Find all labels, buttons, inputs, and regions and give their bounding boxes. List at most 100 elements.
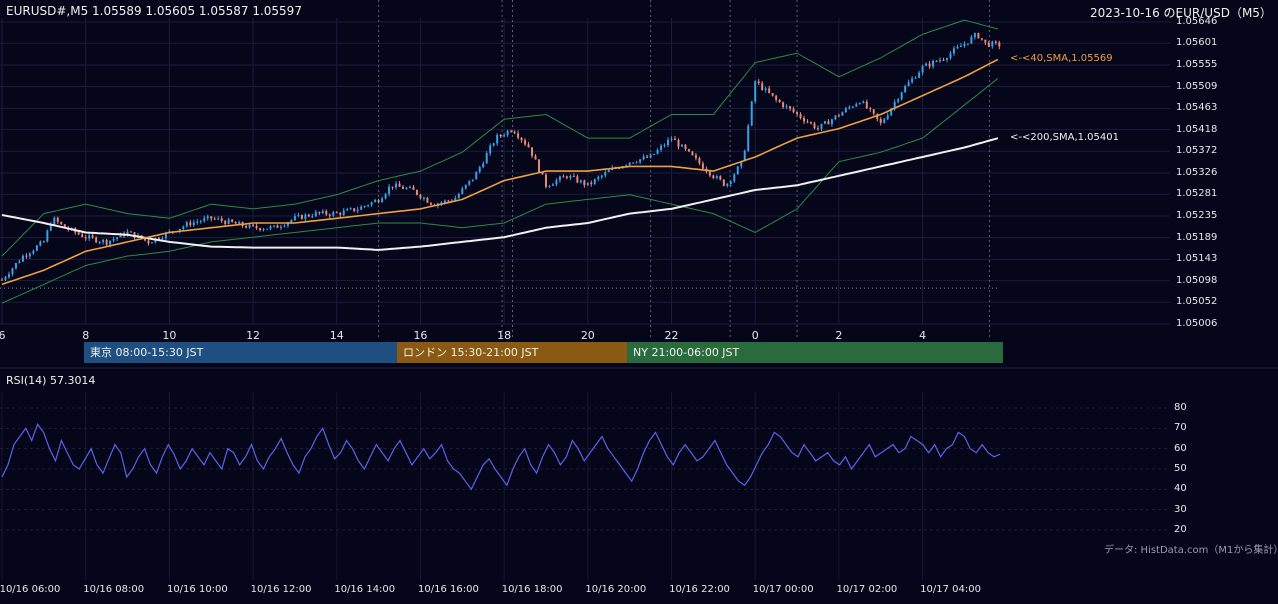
candle-body	[593, 179, 596, 184]
candle-body	[39, 241, 42, 246]
candle-body	[143, 238, 146, 241]
candle-body	[95, 237, 98, 243]
candle-body	[262, 229, 265, 231]
candle-body	[370, 202, 373, 206]
hour-tick-label: 6	[0, 329, 6, 342]
session-ny: NY 21:00-06:00 JST	[627, 342, 1003, 363]
candle-body	[569, 175, 572, 178]
candle-body	[872, 109, 875, 114]
candle-body	[7, 274, 10, 278]
candle-body	[597, 177, 600, 180]
candle-body	[991, 41, 994, 47]
candle-body	[485, 153, 488, 164]
price-tick-label: 1.05646	[1176, 16, 1218, 27]
candle-body	[726, 183, 729, 186]
candle-body	[604, 172, 607, 176]
candle-body	[374, 200, 377, 203]
candle-body	[339, 212, 342, 215]
candle-body	[579, 180, 582, 183]
candle-body	[513, 131, 516, 134]
candle-body	[925, 63, 928, 66]
hour-tick-label: 8	[82, 329, 90, 342]
candle-body	[293, 216, 296, 220]
candle-body	[147, 240, 150, 244]
candle-body	[318, 211, 321, 214]
candle-body	[276, 225, 279, 228]
candle-body	[269, 226, 272, 229]
candle-body	[398, 183, 401, 187]
candle-body	[834, 115, 837, 120]
sma200-label: <-<200,SMA,1.05401	[1010, 132, 1119, 143]
candle-body	[722, 179, 725, 186]
candle-body	[747, 125, 750, 151]
candle-body	[300, 214, 303, 220]
candle-body	[53, 217, 56, 225]
candle-body	[768, 88, 771, 94]
candle-body	[590, 182, 593, 184]
candle-body	[914, 77, 917, 79]
rsi-tick-label: 80	[1174, 402, 1187, 413]
candle-body	[869, 108, 872, 110]
candle-body	[185, 222, 188, 227]
candle-body	[712, 175, 715, 178]
candle-body	[806, 121, 809, 123]
candle-body	[855, 104, 858, 107]
time-tick-label: 10/17 00:00	[752, 584, 814, 595]
candle-body	[799, 114, 802, 119]
candle-body	[586, 182, 589, 186]
candle-body	[77, 232, 80, 235]
candle-body	[28, 253, 31, 257]
rsi-tick-label: 60	[1174, 442, 1187, 454]
price-tick-label: 1.05235	[1176, 209, 1218, 221]
rsi-tick-label: 20	[1174, 524, 1187, 535]
price-tick-label: 1.05601	[1176, 37, 1218, 49]
price-tick-label: 1.05555	[1176, 58, 1218, 70]
rsi-tick-label: 50	[1174, 463, 1187, 474]
hour-tick-label: 10	[162, 329, 177, 342]
price-tick-label: 1.05463	[1176, 102, 1218, 114]
candle-body	[283, 225, 286, 227]
candle-body	[628, 162, 631, 166]
candle-body	[266, 228, 269, 230]
time-tick-label: 10/17 02:00	[836, 584, 898, 595]
candle-body	[14, 263, 17, 269]
candle-body	[862, 101, 865, 104]
time-tick-label: 10/17 04:00	[920, 584, 981, 595]
candle-body	[956, 46, 959, 49]
candle-body	[238, 221, 241, 224]
candle-body	[81, 234, 84, 238]
chart-canvas	[0, 0, 1278, 580]
candle-body	[761, 83, 764, 91]
candle-body	[182, 226, 185, 229]
hour-tick-label: 18	[497, 329, 512, 342]
candle-body	[600, 175, 603, 178]
candle-body	[879, 119, 882, 123]
candle-body	[342, 210, 345, 215]
candle-body	[314, 211, 317, 217]
bollinger-lower	[1, 78, 999, 304]
candle-body	[130, 231, 133, 233]
rsi-tick-label: 30	[1174, 503, 1187, 515]
candle-body	[461, 188, 464, 194]
price-tick-label: 1.05189	[1176, 231, 1218, 243]
candle-body	[677, 140, 680, 147]
price-tick-label: 1.05006	[1176, 318, 1218, 329]
candle-body	[88, 235, 91, 239]
candle-body	[796, 112, 799, 115]
rsi-pane	[1, 423, 1001, 491]
candle-body	[729, 181, 732, 184]
candles	[1, 32, 1001, 282]
candle-body	[503, 135, 506, 137]
candle-body	[820, 123, 823, 129]
candle-body	[415, 189, 418, 195]
candle-body	[224, 220, 227, 224]
candle-body	[750, 101, 753, 126]
candle-body	[447, 200, 450, 202]
candle-body	[213, 218, 216, 220]
price-tick-label: 1.05418	[1176, 123, 1218, 135]
price-tick-label: 1.05052	[1176, 296, 1218, 308]
candle-body	[935, 60, 938, 62]
candle-body	[217, 218, 220, 220]
rsi-line	[1, 423, 1001, 491]
candle-body	[109, 240, 112, 245]
